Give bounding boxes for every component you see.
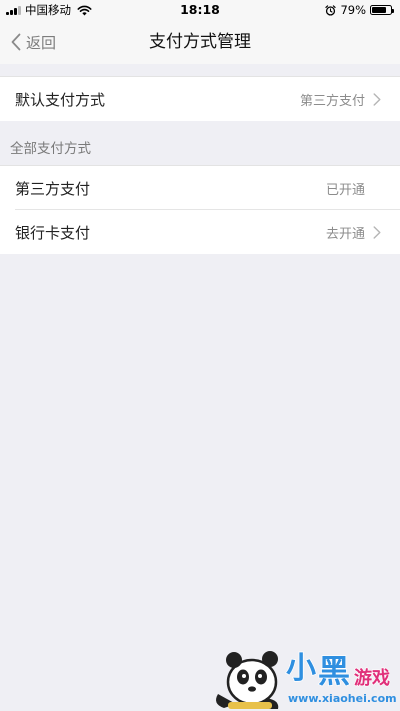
watermark-char-game: 游戏 <box>354 667 390 689</box>
chevron-right-icon <box>373 92 381 106</box>
payment-method-status-wrap: 去开通 <box>326 223 381 242</box>
default-payment-value: 第三方支付 <box>299 93 365 109</box>
payment-method-status-wrap: 已开通 <box>326 179 381 198</box>
battery-fill <box>372 7 387 13</box>
battery-percent: 79% <box>340 3 366 17</box>
payment-method-bank-card[interactable]: 银行卡支付 去开通 <box>0 210 400 254</box>
watermark-char-small: 小 <box>286 651 316 686</box>
back-button[interactable]: 返回 <box>10 20 56 64</box>
watermark-url: www.xiaohei.com <box>288 692 397 705</box>
section-header-all-methods: 全部支付方式 <box>10 141 91 157</box>
chevron-right-icon <box>373 225 381 239</box>
page-title: 支付方式管理 <box>149 32 251 52</box>
panda-mascot-icon <box>216 651 279 709</box>
payment-method-label: 第三方支付 <box>15 179 91 198</box>
back-label: 返回 <box>26 33 57 52</box>
watermark-char-black: 黑 <box>318 652 350 690</box>
default-payment-value-wrap: 第三方支付 <box>300 90 381 109</box>
chevron-left-icon <box>11 33 21 51</box>
status-right: 79% <box>325 3 394 17</box>
status-bar: 中国移动 18:18 79% <box>0 0 400 20</box>
default-payment-label: 默认支付方式 <box>15 90 106 109</box>
default-payment-row[interactable]: 默认支付方式 第三方支付 <box>0 77 400 121</box>
nav-bar: 返回 支付方式管理 <box>0 20 400 64</box>
payment-method-status: 去开通 <box>325 226 365 242</box>
battery-icon <box>370 5 394 15</box>
payment-method-third-party[interactable]: 第三方支付 已开通 <box>0 166 400 210</box>
watermark-logo: 小 黑 游戏 www.xiaohei.com <box>216 650 397 709</box>
alarm-icon <box>325 4 337 16</box>
payment-method-status: 已开通 <box>325 182 365 198</box>
screen: 中国移动 18:18 79% 返回 支付方式管理 默认支付方式 第三方支付 全部… <box>0 0 400 711</box>
payment-method-label: 银行卡支付 <box>15 223 91 242</box>
